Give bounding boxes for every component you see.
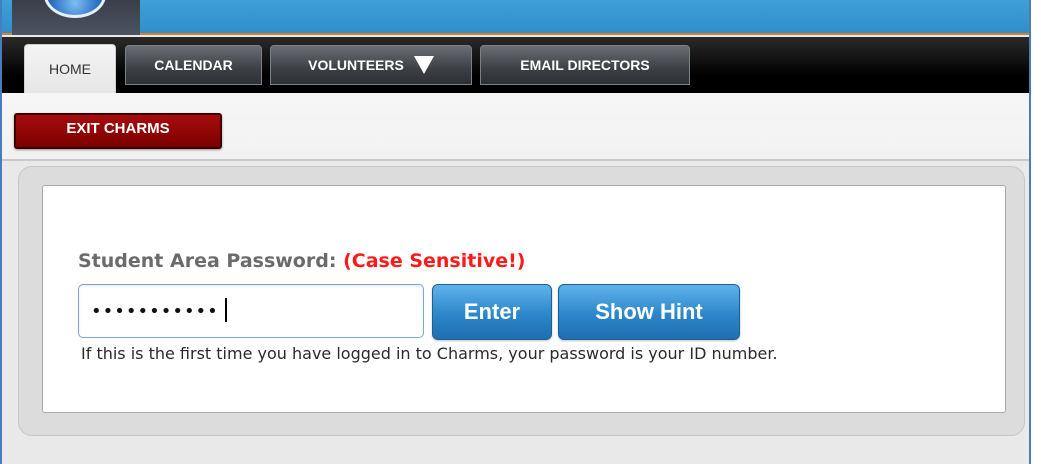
tab-volunteers[interactable]: VOLUNTEERS — [270, 45, 472, 85]
triangle-down-icon[interactable] — [413, 56, 434, 74]
app-window: HOME CALENDAR VOLUNTEERS EMAIL DIRECTORS — [0, 0, 1031, 464]
tab-home[interactable]: HOME — [24, 44, 116, 93]
globe-logo-icon — [44, 0, 106, 18]
exit-charms-button[interactable]: EXIT CHARMS — [14, 113, 222, 149]
text-cursor — [225, 298, 227, 322]
tab-email-directors-label: EMAIL DIRECTORS — [520, 57, 650, 73]
tab-home-label: HOME — [49, 61, 91, 77]
header-bar — [2, 0, 1029, 35]
show-hint-button[interactable]: Show Hint — [558, 284, 740, 340]
logo[interactable] — [12, 0, 140, 35]
tab-calendar[interactable]: CALENDAR — [125, 45, 262, 85]
help-text: If this is the first time you have logge… — [81, 344, 778, 363]
password-label: Student Area Password: (Case Sensitive!) — [78, 250, 525, 272]
tab-volunteers-label: VOLUNTEERS — [308, 57, 404, 73]
tab-email-directors[interactable]: EMAIL DIRECTORS — [480, 45, 690, 85]
enter-button[interactable]: Enter — [432, 284, 552, 340]
case-sensitive-warning: (Case Sensitive!) — [343, 250, 526, 272]
tab-calendar-label: CALENDAR — [154, 57, 233, 73]
password-input[interactable] — [78, 284, 424, 338]
password-label-text: Student Area Password: — [78, 250, 337, 272]
main-nav: HOME CALENDAR VOLUNTEERS EMAIL DIRECTORS — [2, 37, 1029, 93]
